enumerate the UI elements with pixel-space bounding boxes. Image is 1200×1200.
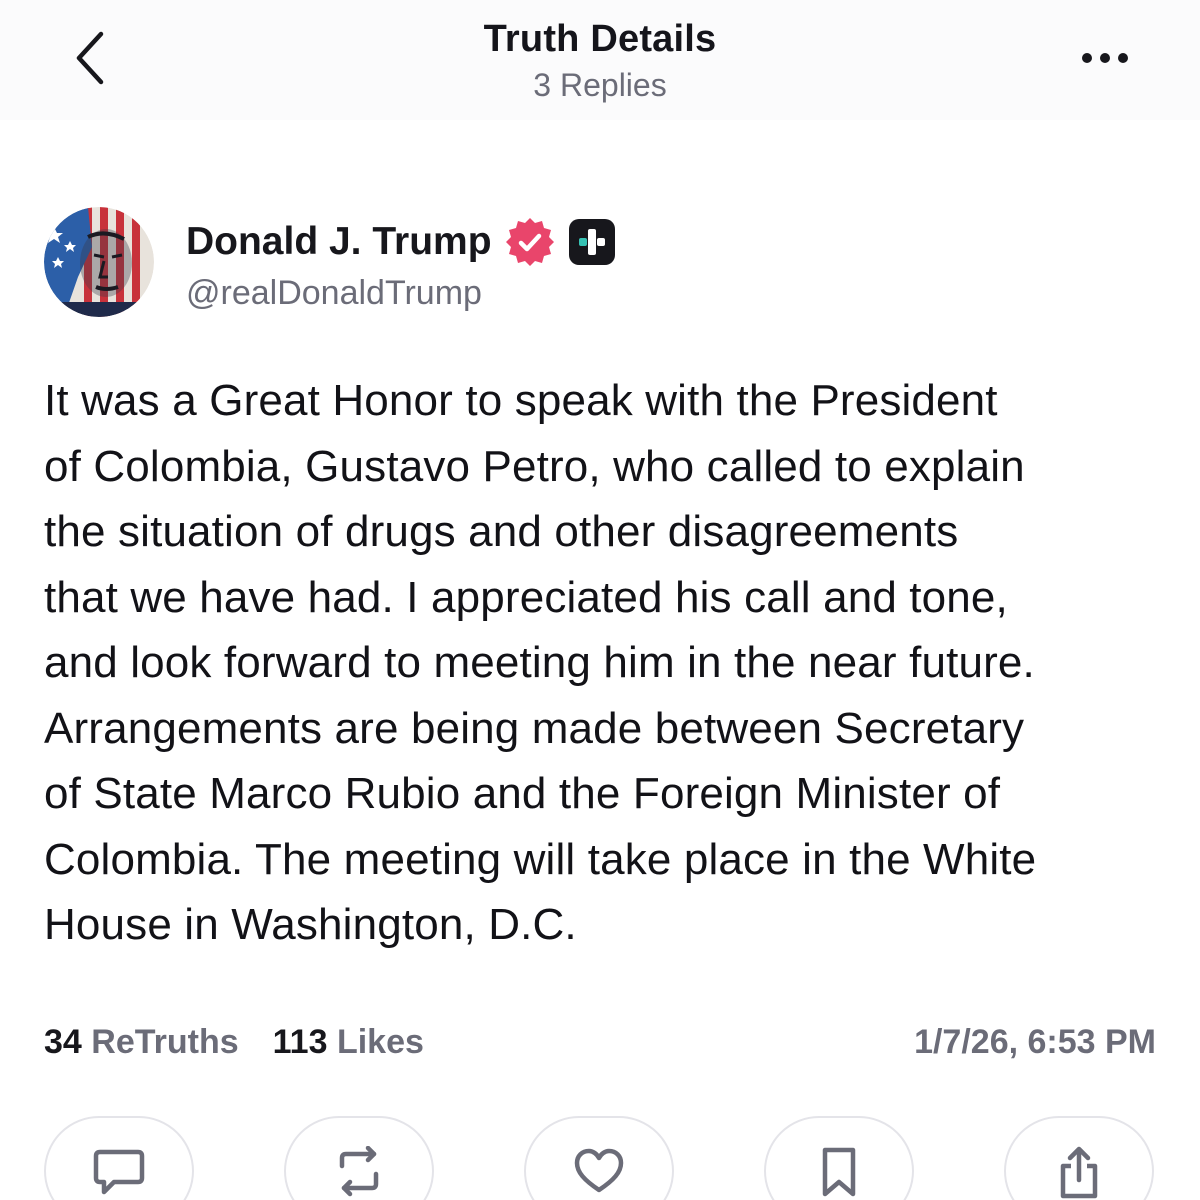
bookmark-button[interactable]	[764, 1116, 914, 1200]
header-titles: Truth Details 3 Replies	[300, 16, 900, 106]
post-line: the situation of drugs and other disagre…	[44, 507, 959, 556]
top-bar: Truth Details 3 Replies	[0, 0, 1200, 120]
reply-button[interactable]	[44, 1116, 194, 1200]
author-name[interactable]: Donald J. Trump	[186, 220, 492, 264]
post-line: of Colombia, Gustavo Petro, who called t…	[44, 441, 1025, 491]
post-timestamp: 1/7/26, 6:53 PM	[914, 1022, 1156, 1061]
chevron-left-icon	[73, 30, 107, 91]
like-button[interactable]	[524, 1116, 674, 1200]
verified-badge-icon	[504, 216, 556, 268]
share-button[interactable]	[1004, 1116, 1154, 1200]
retruths-label: ReTruths	[91, 1022, 239, 1061]
post-line: of State Marco Rubio and the Foreign Min…	[44, 769, 1001, 818]
back-button[interactable]	[60, 28, 120, 92]
page-title: Truth Details	[483, 18, 717, 60]
author-name-row: Donald J. Trump	[186, 214, 616, 270]
post-stats: 34 ReTruths 113 Likes 1/7/26, 6:53 PM	[44, 1018, 1156, 1066]
action-bar	[44, 1116, 1156, 1200]
author-handle[interactable]: @realDonaldTrump	[186, 274, 482, 313]
truth-plus-badge-icon	[568, 218, 616, 266]
reply-icon	[92, 1146, 146, 1200]
post-line: that we have had. I appreciated his call…	[44, 572, 1008, 622]
more-options-button[interactable]	[1070, 38, 1140, 82]
post-body: It was a Great Honor to speak with the P…	[44, 368, 1164, 958]
post-line: House in Washington, D.C.	[44, 900, 577, 949]
more-dots-icon	[1081, 51, 1129, 69]
likes-label: Likes	[336, 1022, 424, 1061]
reply-count: 3 Replies	[533, 67, 667, 103]
truth-details-screen: Truth Details 3 Replies Donald J. Trump …	[0, 0, 1200, 1200]
retruths-stat[interactable]: 34 ReTruths	[44, 1023, 239, 1062]
likes-count: 113	[272, 1022, 328, 1061]
post-line: It was a Great Honor to speak with the P…	[44, 376, 998, 425]
post-line: Colombia. The meeting will take place in…	[44, 834, 1037, 884]
post-line: and look forward to meeting him in the n…	[44, 638, 1035, 687]
retruth-button[interactable]	[284, 1116, 434, 1200]
retruth-icon	[330, 1145, 388, 1200]
retruths-count: 34	[44, 1022, 82, 1061]
avatar[interactable]	[44, 207, 154, 317]
like-icon	[572, 1146, 626, 1200]
share-icon	[1055, 1146, 1103, 1200]
bookmark-icon	[819, 1146, 859, 1200]
post-line: Arrangements are being made between Secr…	[44, 703, 1025, 753]
likes-stat[interactable]: 113 Likes	[273, 1023, 424, 1062]
